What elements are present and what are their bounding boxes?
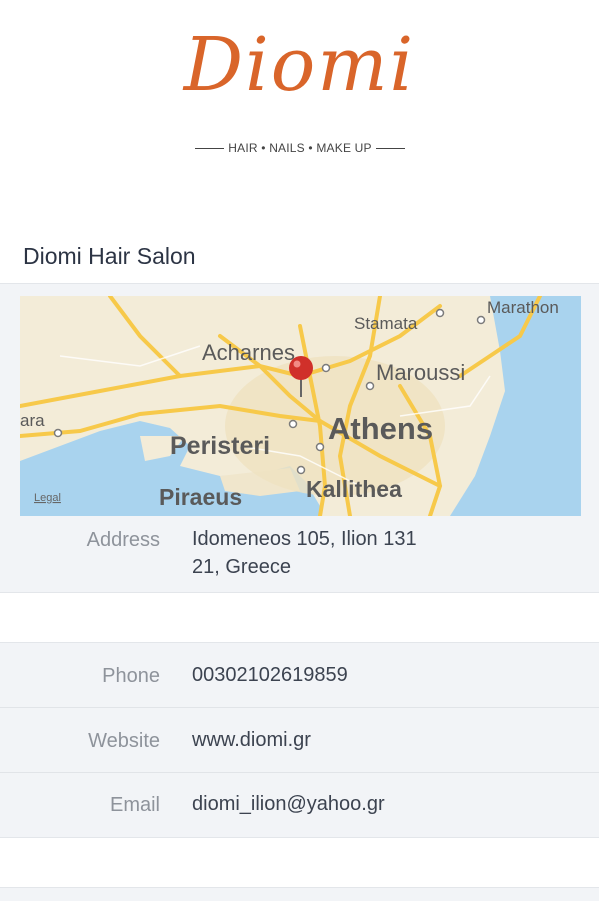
bottom-section-edge bbox=[0, 887, 599, 901]
email-label: Email bbox=[109, 794, 160, 816]
salon-title: Diomi Hair Salon bbox=[23, 243, 196, 269]
location-section: Marathon Stamata Acharnes Maroussi ara A… bbox=[0, 283, 599, 593]
email-value[interactable]: diomi_ilion@yahoo.gr bbox=[192, 790, 385, 818]
tagline-rule-right bbox=[375, 147, 406, 149]
website-value[interactable]: www.diomi.gr bbox=[192, 726, 311, 754]
brand-logo: Diomi bbox=[183, 22, 416, 108]
map-label-marathon: Marathon bbox=[487, 298, 559, 317]
map-label-peristeri: Peristeri bbox=[170, 432, 270, 460]
address-label: Address bbox=[86, 529, 160, 551]
website-label: Website bbox=[88, 730, 160, 752]
address-line-2: 21, Greece bbox=[192, 556, 291, 578]
map-label-stamata: Stamata bbox=[354, 314, 418, 333]
header-logo-area: Diomi HAIR • NAILS • MAKE UP bbox=[0, 0, 599, 200]
map-label-piraeus: Piraeus bbox=[159, 484, 242, 510]
map-label-athens: Athens bbox=[328, 411, 433, 446]
map-legal-link[interactable]: Legal bbox=[34, 492, 61, 504]
phone-label: Phone bbox=[102, 665, 160, 687]
divider bbox=[0, 707, 599, 708]
tagline-rule-left bbox=[195, 147, 225, 149]
phone-value[interactable]: 00302102619859 bbox=[192, 661, 348, 689]
contact-section: Phone 00302102619859 Website www.diomi.g… bbox=[0, 642, 599, 838]
map-view[interactable]: Marathon Stamata Acharnes Maroussi ara A… bbox=[20, 296, 581, 516]
map-label-maroussi: Maroussi bbox=[376, 360, 465, 385]
brand-tagline: HAIR • NAILS • MAKE UP bbox=[195, 141, 406, 155]
map-label-acharnes: Acharnes bbox=[202, 340, 295, 365]
tagline-text: HAIR • NAILS • MAKE UP bbox=[228, 141, 372, 155]
map-canvas: Marathon Stamata Acharnes Maroussi ara A… bbox=[20, 296, 581, 516]
map-label-kallithea: Kallithea bbox=[306, 476, 402, 502]
divider bbox=[0, 772, 599, 773]
map-label-ara: ara bbox=[20, 411, 45, 430]
address-line-1: Idomeneos 105, Ilion 131 bbox=[192, 528, 417, 550]
address-value[interactable]: Idomeneos 105, Ilion 131 21, Greece bbox=[192, 525, 417, 581]
